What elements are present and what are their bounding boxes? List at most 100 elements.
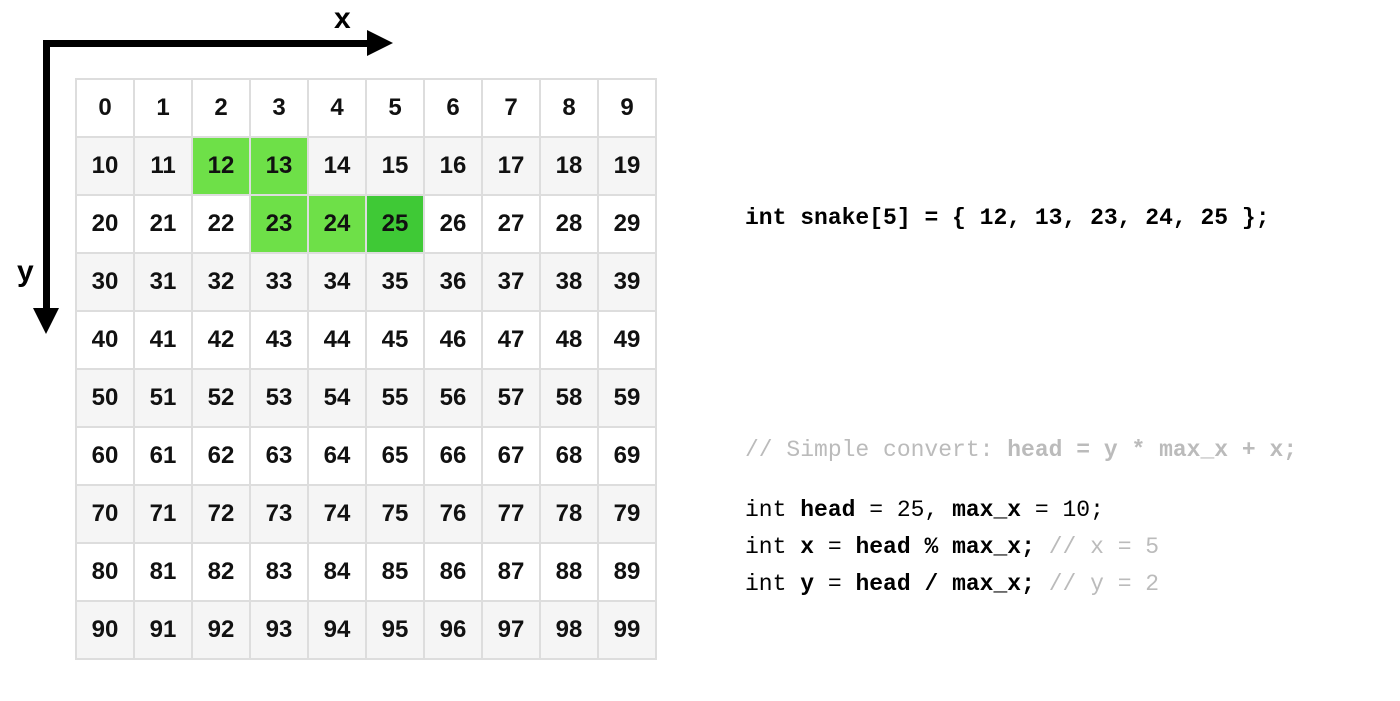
grid-cell: 97 bbox=[482, 601, 540, 659]
grid-cell: 19 bbox=[598, 137, 656, 195]
grid-cell: 36 bbox=[424, 253, 482, 311]
grid-cell: 71 bbox=[134, 485, 192, 543]
grid-cell: 34 bbox=[308, 253, 366, 311]
grid-cell: 94 bbox=[308, 601, 366, 659]
grid-cell: 32 bbox=[192, 253, 250, 311]
grid-cell: 64 bbox=[308, 427, 366, 485]
grid-cell: 33 bbox=[250, 253, 308, 311]
grid-cell: 35 bbox=[366, 253, 424, 311]
grid-cell: 68 bbox=[540, 427, 598, 485]
grid-cell: 63 bbox=[250, 427, 308, 485]
grid-cell: 93 bbox=[250, 601, 308, 659]
grid-cell: 29 bbox=[598, 195, 656, 253]
grid-cell: 41 bbox=[134, 311, 192, 369]
grid-cell: 53 bbox=[250, 369, 308, 427]
grid-cell: 82 bbox=[192, 543, 250, 601]
grid-cell: 28 bbox=[540, 195, 598, 253]
grid-cell: 51 bbox=[134, 369, 192, 427]
grid-cell: 57 bbox=[482, 369, 540, 427]
grid-cell: 69 bbox=[598, 427, 656, 485]
grid-cell: 26 bbox=[424, 195, 482, 253]
grid-cell: 77 bbox=[482, 485, 540, 543]
grid-cell: 42 bbox=[192, 311, 250, 369]
grid-cell: 23 bbox=[250, 195, 308, 253]
grid-cell: 44 bbox=[308, 311, 366, 369]
grid-cell: 74 bbox=[308, 485, 366, 543]
grid-cell: 61 bbox=[134, 427, 192, 485]
grid-cell: 99 bbox=[598, 601, 656, 659]
grid-cell: 31 bbox=[134, 253, 192, 311]
grid-cell: 38 bbox=[540, 253, 598, 311]
grid-cell: 10 bbox=[76, 137, 134, 195]
grid-cell: 11 bbox=[134, 137, 192, 195]
grid: 0123456789101112131415161718192021222324… bbox=[75, 78, 657, 660]
grid-cell: 83 bbox=[250, 543, 308, 601]
axis-y-line bbox=[43, 40, 50, 310]
grid-cell: 73 bbox=[250, 485, 308, 543]
grid-cell: 1 bbox=[134, 79, 192, 137]
grid-cell: 81 bbox=[134, 543, 192, 601]
grid-cell: 90 bbox=[76, 601, 134, 659]
grid-cell: 78 bbox=[540, 485, 598, 543]
grid-cell: 4 bbox=[308, 79, 366, 137]
grid-cell: 3 bbox=[250, 79, 308, 137]
grid-cell: 54 bbox=[308, 369, 366, 427]
grid-cell: 56 bbox=[424, 369, 482, 427]
grid-cell: 65 bbox=[366, 427, 424, 485]
grid-cell: 47 bbox=[482, 311, 540, 369]
grid-cell: 95 bbox=[366, 601, 424, 659]
grid-cell: 43 bbox=[250, 311, 308, 369]
code-vars: int head = 25, max_x = 10; int x = head … bbox=[745, 492, 1159, 602]
grid-cell: 85 bbox=[366, 543, 424, 601]
grid-cell: 25 bbox=[366, 195, 424, 253]
grid-cell: 21 bbox=[134, 195, 192, 253]
grid-cell: 15 bbox=[366, 137, 424, 195]
axis-x-line bbox=[43, 40, 369, 47]
grid-cell: 98 bbox=[540, 601, 598, 659]
grid-cell: 88 bbox=[540, 543, 598, 601]
grid-cell: 80 bbox=[76, 543, 134, 601]
grid-cell: 13 bbox=[250, 137, 308, 195]
grid-cell: 20 bbox=[76, 195, 134, 253]
grid-cell: 8 bbox=[540, 79, 598, 137]
grid-cell: 24 bbox=[308, 195, 366, 253]
grid-cell: 72 bbox=[192, 485, 250, 543]
grid-cell: 91 bbox=[134, 601, 192, 659]
grid-cell: 16 bbox=[424, 137, 482, 195]
grid-cell: 86 bbox=[424, 543, 482, 601]
grid-cell: 2 bbox=[192, 79, 250, 137]
grid-cell: 14 bbox=[308, 137, 366, 195]
grid-cell: 27 bbox=[482, 195, 540, 253]
grid-cell: 40 bbox=[76, 311, 134, 369]
grid-cell: 12 bbox=[192, 137, 250, 195]
grid-cell: 50 bbox=[76, 369, 134, 427]
grid-cell: 70 bbox=[76, 485, 134, 543]
grid-cell: 58 bbox=[540, 369, 598, 427]
grid-cell: 84 bbox=[308, 543, 366, 601]
grid-cell: 92 bbox=[192, 601, 250, 659]
axis-y-arrowhead bbox=[33, 308, 59, 334]
grid-cell: 76 bbox=[424, 485, 482, 543]
grid-cell: 9 bbox=[598, 79, 656, 137]
grid-cell: 5 bbox=[366, 79, 424, 137]
code-snake-decl: int snake[5] = { 12, 13, 23, 24, 25 }; bbox=[745, 200, 1270, 237]
diagram-canvas: x y 012345678910111213141516171819202122… bbox=[0, 0, 1400, 701]
grid-cell: 18 bbox=[540, 137, 598, 195]
grid-cell: 52 bbox=[192, 369, 250, 427]
grid-cell: 46 bbox=[424, 311, 482, 369]
grid-cell: 39 bbox=[598, 253, 656, 311]
grid-cell: 30 bbox=[76, 253, 134, 311]
grid-cell: 59 bbox=[598, 369, 656, 427]
grid-cell: 6 bbox=[424, 79, 482, 137]
grid-cell: 45 bbox=[366, 311, 424, 369]
grid-cell: 89 bbox=[598, 543, 656, 601]
grid-cell: 37 bbox=[482, 253, 540, 311]
grid-cell: 79 bbox=[598, 485, 656, 543]
grid-cell: 48 bbox=[540, 311, 598, 369]
grid-cell: 96 bbox=[424, 601, 482, 659]
grid-cell: 49 bbox=[598, 311, 656, 369]
code-comment-convert: // Simple convert: head = y * max_x + x; bbox=[745, 432, 1297, 469]
grid-cell: 17 bbox=[482, 137, 540, 195]
grid-cell: 55 bbox=[366, 369, 424, 427]
grid-cell: 66 bbox=[424, 427, 482, 485]
